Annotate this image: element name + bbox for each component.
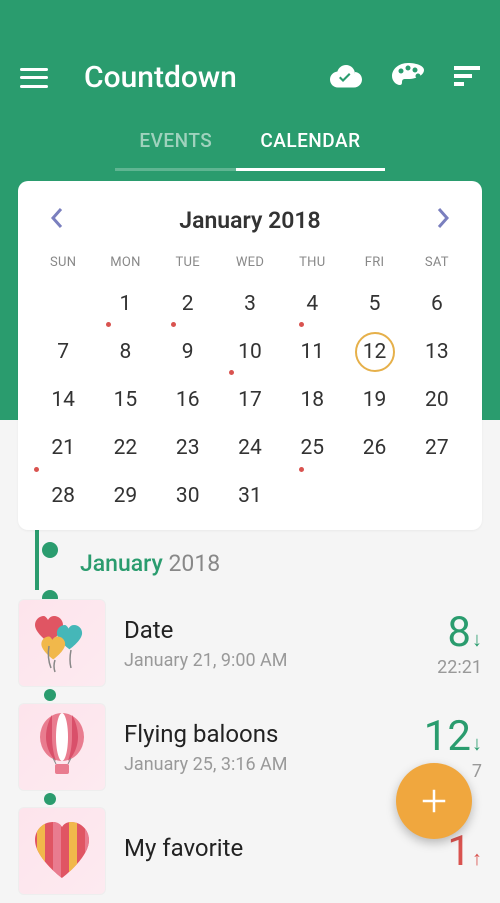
- calendar-day[interactable]: 18: [281, 376, 343, 424]
- day-of-week-label: MON: [94, 255, 156, 280]
- event-dot-icon: [171, 322, 176, 327]
- calendar-day[interactable]: 6: [406, 280, 468, 328]
- add-event-button[interactable]: [396, 763, 472, 839]
- event-subtitle: January 21, 9:00 AM: [124, 650, 437, 671]
- calendar-day[interactable]: 10: [219, 328, 281, 376]
- calendar-day[interactable]: 20: [406, 376, 468, 424]
- section-year: 2018: [169, 550, 221, 577]
- calendar-day[interactable]: 13: [406, 328, 468, 376]
- arrow-down-icon: ↓: [472, 731, 482, 756]
- calendar-day[interactable]: 26: [343, 424, 405, 472]
- calendar-day[interactable]: 7: [32, 328, 94, 376]
- cloud-sync-icon[interactable]: [330, 64, 362, 92]
- app-title: Countdown: [84, 60, 330, 95]
- calendar-day[interactable]: 25: [281, 424, 343, 472]
- calendar-day[interactable]: 28: [32, 472, 94, 520]
- day-of-week-label: WED: [219, 255, 281, 280]
- calendar-day[interactable]: 17: [219, 376, 281, 424]
- palette-icon[interactable]: [392, 63, 424, 93]
- countdown-time: 7: [472, 761, 482, 782]
- calendar-card: January 2018 SUNMONTUEWEDTHUFRISAT 12345…: [18, 181, 482, 530]
- calendar-day[interactable]: 27: [406, 424, 468, 472]
- event-dot-icon: [229, 370, 234, 375]
- day-of-week-label: TUE: [157, 255, 219, 280]
- calendar-day[interactable]: 3: [219, 280, 281, 328]
- timeline-dot-icon: [42, 542, 58, 558]
- day-of-week-label: THU: [281, 255, 343, 280]
- calendar-day[interactable]: 21: [32, 424, 94, 472]
- section-month-header: January 2018: [80, 550, 220, 577]
- arrow-up-icon: ↑: [472, 846, 482, 871]
- calendar-day[interactable]: 9: [157, 328, 219, 376]
- calendar-day[interactable]: 4: [281, 280, 343, 328]
- calendar-month-title: January 2018: [179, 207, 320, 234]
- tab-events[interactable]: EVENTS: [115, 115, 236, 171]
- event-dot-icon: [106, 322, 111, 327]
- countdown-number: 12: [424, 712, 471, 761]
- day-of-week-label: SAT: [406, 255, 468, 280]
- calendar-day[interactable]: 16: [157, 376, 219, 424]
- calendar-day[interactable]: 19: [343, 376, 405, 424]
- calendar-day[interactable]: 29: [94, 472, 156, 520]
- calendar-day[interactable]: 15: [94, 376, 156, 424]
- day-of-week-label: SUN: [32, 255, 94, 280]
- tab-calendar[interactable]: CALENDAR: [236, 115, 384, 171]
- sort-icon[interactable]: [454, 66, 480, 90]
- countdown-number: 8: [447, 608, 471, 657]
- calendar-day[interactable]: 5: [343, 280, 405, 328]
- menu-button[interactable]: [20, 68, 48, 88]
- prev-month-button[interactable]: [42, 203, 72, 237]
- arrow-down-icon: ↓: [472, 627, 482, 652]
- event-subtitle: January 25, 3:16 AM: [124, 754, 424, 775]
- calendar-day[interactable]: 31: [219, 472, 281, 520]
- event-title: My favorite: [124, 834, 447, 862]
- event-title: Date: [124, 616, 437, 644]
- calendar-day[interactable]: 2: [157, 280, 219, 328]
- event-icon: [18, 807, 106, 895]
- timeline-connector-dot-icon: [44, 689, 56, 701]
- calendar-day[interactable]: 22: [94, 424, 156, 472]
- event-title: Flying baloons: [124, 720, 424, 748]
- calendar-day[interactable]: 1: [94, 280, 156, 328]
- event-icon: [18, 599, 106, 687]
- calendar-day[interactable]: 8: [94, 328, 156, 376]
- countdown-time: 22:21: [437, 657, 482, 678]
- calendar-day[interactable]: 30: [157, 472, 219, 520]
- event-icon: [18, 703, 106, 791]
- calendar-day[interactable]: 12: [343, 328, 405, 376]
- calendar-day[interactable]: 14: [32, 376, 94, 424]
- calendar-day[interactable]: 23: [157, 424, 219, 472]
- section-month: January: [80, 550, 163, 577]
- timeline-connector-dot-icon: [44, 793, 56, 805]
- calendar-day[interactable]: 11: [281, 328, 343, 376]
- event-item[interactable]: Date January 21, 9:00 AM 8↓ 22:21: [0, 591, 500, 695]
- event-dot-icon: [299, 322, 304, 327]
- next-month-button[interactable]: [428, 203, 458, 237]
- calendar-day[interactable]: 24: [219, 424, 281, 472]
- day-of-week-label: FRI: [343, 255, 405, 280]
